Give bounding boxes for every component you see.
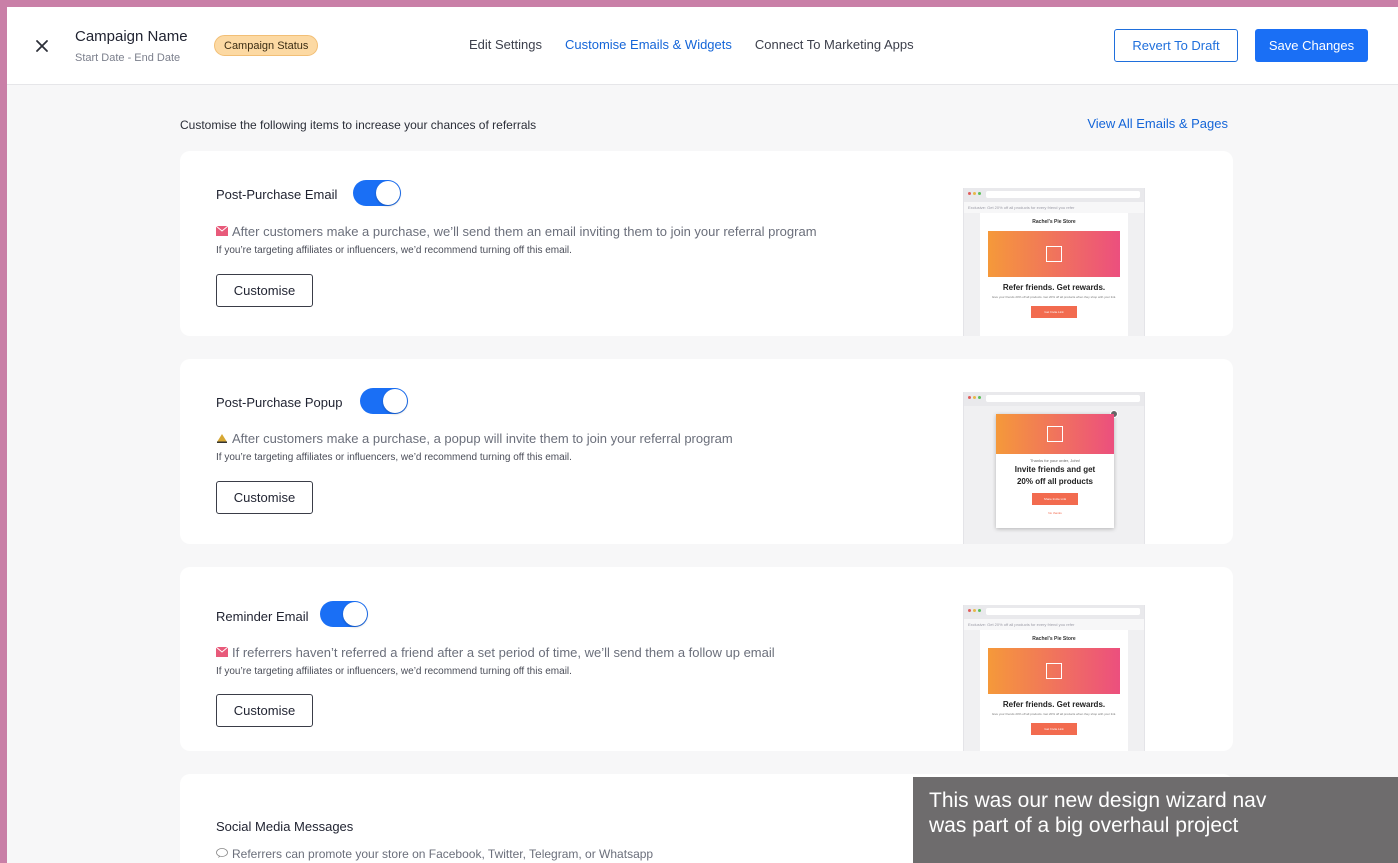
preview-hero-banner [988,648,1120,694]
toggle-knob [343,602,367,626]
preview-thanks: Thanks for your order, John! [1029,458,1081,463]
card-reminder-email: Reminder Email If referrers haven’t refe… [180,567,1233,751]
caption-line-2: was part of a big overhaul project [929,814,1239,837]
preview-headline: Refer friends. Get rewards. [1002,283,1106,292]
preview-store-name: Rachel's Pie Store [1032,636,1076,642]
tab-customise-emails-widgets[interactable]: Customise Emails & Widgets [565,37,732,52]
description-text: Referrers can promote your store on Face… [232,847,654,861]
card-note: If you’re targeting affiliates or influe… [216,245,572,256]
preview-hero-banner [988,231,1120,277]
toggle-knob [383,389,407,413]
customise-button[interactable]: Customise [216,274,313,307]
preview-topline: Exclusive: Get 20% off all products for … [964,619,1144,630]
preview-popup: Thanks for your order, John! Invite frie… [996,410,1118,528]
card-description: If referrers haven’t referred a friend a… [216,645,775,660]
header-bar: Campaign Name Start Date - End Date Camp… [7,7,1398,85]
view-all-link[interactable]: View All Emails & Pages [1087,116,1228,131]
preview-headline-line1: Invite friends and get [1014,465,1096,474]
popup-preview: Thanks for your order, John! Invite frie… [963,392,1145,544]
preview-browser-bar [964,605,1144,619]
close-icon[interactable] [31,35,53,57]
reminder-email-toggle[interactable] [320,601,368,627]
gift-icon [1047,426,1063,442]
preview-hero-banner [996,414,1114,454]
preview-email-body: Rachel's Pie Store Refer friends. Get re… [980,630,1128,751]
description-text: After customers make a purchase, a popup… [232,431,733,446]
preview-browser-bar [964,392,1144,406]
post-purchase-email-toggle[interactable] [353,180,401,206]
preview-headline-line2: 20% off all products [1016,477,1093,486]
speech-bubble-icon [216,848,228,858]
card-post-purchase-popup: Post-Purchase Popup After customers make… [180,359,1233,544]
card-title: Reminder Email [216,609,309,624]
tab-edit-settings[interactable]: Edit Settings [469,37,542,52]
toggle-knob [376,181,400,205]
save-changes-button[interactable]: Save Changes [1255,29,1368,62]
tab-connect-marketing-apps[interactable]: Connect To Marketing Apps [755,37,914,52]
email-preview: Exclusive: Get 20% off all products for … [963,605,1145,751]
gift-icon [1046,246,1062,262]
love-letter-icon [216,226,228,236]
customise-button[interactable]: Customise [216,481,313,514]
campaign-dates: Start Date - End Date [75,52,181,64]
preview-email-body: Rachel's Pie Store Refer friends. Get re… [980,213,1128,336]
card-title: Post-Purchase Email [216,187,338,202]
email-preview: Exclusive: Get 20% off all products for … [963,188,1145,336]
card-note: If you’re targeting affiliates or influe… [216,666,572,677]
post-purchase-popup-toggle[interactable] [360,388,408,414]
wizard-nav: Edit Settings Customise Emails & Widgets… [469,37,914,52]
card-description: After customers make a purchase, a popup… [216,431,733,446]
preview-cta: Share Invite Link [1032,493,1078,505]
app-window: Campaign Name Start Date - End Date Camp… [7,7,1398,863]
preview-dismiss-link: No thanks [1048,511,1062,515]
revert-to-draft-button[interactable]: Revert To Draft [1114,29,1238,62]
customise-button[interactable]: Customise [216,694,313,727]
bell-icon [217,434,227,443]
campaign-name: Campaign Name [75,28,188,45]
intro-text: Customise the following items to increas… [180,118,537,132]
preview-store-name: Rachel's Pie Store [1032,219,1076,225]
preview-headline: Refer friends. Get rewards. [1002,700,1106,709]
love-letter-icon [216,647,228,657]
description-text: If referrers haven’t referred a friend a… [232,645,775,660]
preview-topline: Exclusive: Get 20% off all products for … [964,202,1144,213]
preview-cta: Get Invite Link [1031,306,1077,318]
card-description: Referrers can promote your store on Face… [216,847,653,861]
preview-browser-bar [964,188,1144,202]
card-note: If you’re targeting affiliates or influe… [216,452,572,463]
status-badge: Campaign Status [214,35,319,56]
gift-icon [1046,663,1062,679]
card-title: Social Media Messages [216,819,354,834]
caption-overlay: This was our new design wizard nav was p… [913,777,1398,863]
card-description: After customers make a purchase, we’ll s… [216,224,817,239]
preview-body-text: Give your friends 20% off all products. … [991,295,1117,299]
caption-line-1: This was our new design wizard nav [929,789,1267,812]
description-text: After customers make a purchase, we’ll s… [232,224,817,239]
preview-cta: Get Invite Link [1031,723,1077,735]
card-title: Post-Purchase Popup [216,395,343,410]
preview-body-text: Give your friends 20% off all products. … [991,712,1117,716]
card-post-purchase-email: Post-Purchase Email After customers make… [180,151,1233,336]
